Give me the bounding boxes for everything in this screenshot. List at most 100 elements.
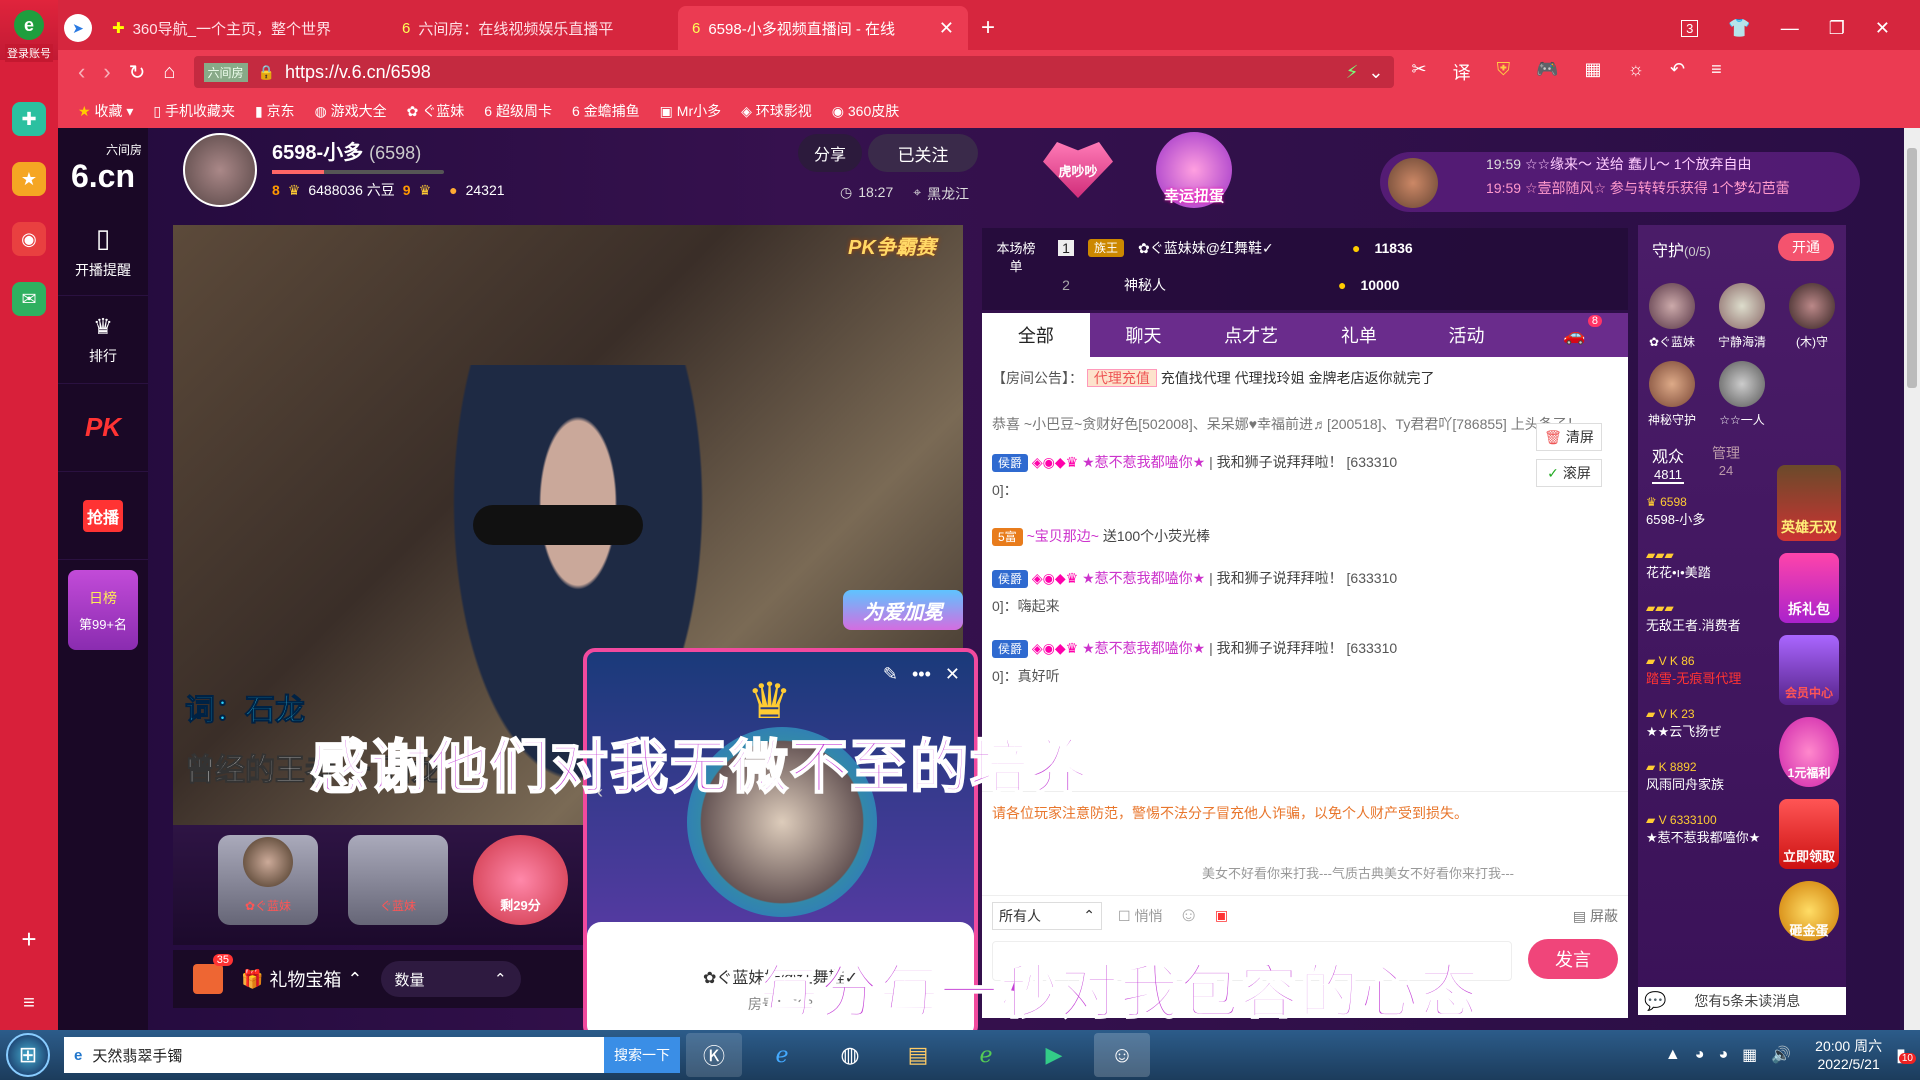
emoji-icon[interactable]: ☺ bbox=[1178, 904, 1198, 927]
guard-item[interactable]: (木)守 bbox=[1788, 283, 1836, 350]
bookmark-item[interactable]: ✿ ぐ蓝妹 bbox=[407, 101, 465, 121]
translate-icon[interactable]: 译 bbox=[1453, 59, 1471, 85]
close-tab-icon[interactable]: ✕ bbox=[939, 18, 954, 39]
home-icon[interactable]: ⌂ bbox=[163, 61, 175, 84]
seat-timer[interactable]: 剩29分 bbox=[473, 835, 568, 925]
scissors-icon[interactable]: ✂ bbox=[1412, 59, 1427, 85]
mute-toggle[interactable]: ▤ 屏蔽 bbox=[1573, 906, 1618, 926]
promo-vip[interactable]: 会员中心 bbox=[1779, 635, 1839, 705]
app-icon[interactable]: ☺ bbox=[1094, 1033, 1150, 1077]
tab-count-badge[interactable]: 3 bbox=[1681, 19, 1699, 37]
viewer-item[interactable]: ▰ V K 86 踏雪-无痕哥代理 bbox=[1646, 654, 1776, 687]
chat-message[interactable]: 侯爵 ◈◉◆♛ ★惹不惹我都嗑你★ | 我和狮子说拜拜啦！ [633310 bbox=[982, 637, 1628, 659]
chat-tab-chat[interactable]: 聊天 bbox=[1089, 313, 1198, 357]
bookmark-item[interactable]: ★ 收藏 ▾ bbox=[78, 101, 133, 121]
undo-icon[interactable]: ↶ bbox=[1670, 59, 1685, 85]
shirt-icon[interactable]: 👕 bbox=[1728, 18, 1750, 39]
gift-banner-heart[interactable]: 虎吵吵 bbox=[1043, 142, 1113, 198]
chat-message[interactable]: 侯爵 ◈◉◆♛ ★惹不惹我都嗑你★ | 我和狮子说拜拜啦！ [633310 bbox=[982, 567, 1628, 589]
network-icon[interactable]: ▦ bbox=[1742, 1045, 1757, 1065]
bookmark-item[interactable]: 6 金蟾捕鱼 bbox=[572, 101, 640, 121]
send-button[interactable]: 发言 bbox=[1528, 939, 1618, 979]
bookmark-item[interactable]: ▯ 手机收藏夹 bbox=[153, 101, 235, 121]
ie-browser-icon[interactable]: ℯ bbox=[754, 1033, 810, 1077]
brightness-icon[interactable]: ☼ bbox=[1628, 59, 1645, 85]
chat-tab-car[interactable]: 🚗 8 bbox=[1520, 313, 1629, 357]
chrome-icon[interactable]: ◍ bbox=[822, 1033, 878, 1077]
more-icon[interactable]: ••• bbox=[912, 664, 931, 685]
guard-item[interactable]: ☆☆一人 bbox=[1718, 361, 1766, 428]
nav-pk[interactable]: PK bbox=[58, 384, 148, 472]
forward-icon[interactable]: › bbox=[103, 59, 110, 85]
pk-badge[interactable]: PK争霸赛 bbox=[848, 231, 936, 260]
guard-item[interactable]: 神秘守护 bbox=[1648, 361, 1696, 428]
love-crown-badge[interactable]: 为爱加冕 bbox=[843, 590, 963, 630]
rank-row[interactable]: 1 族王 ✿ぐ蓝妹妹@红舞鞋✓ ● 11836 bbox=[1058, 238, 1618, 258]
whisper-toggle[interactable]: ☐ 悄悄 bbox=[1118, 906, 1162, 926]
open-guard-button[interactable]: 开通 bbox=[1778, 233, 1834, 261]
wand-icon[interactable]: ✎ bbox=[883, 664, 898, 685]
qq-icon[interactable]: ◕ bbox=[1695, 1046, 1705, 1064]
viewer-item[interactable]: ▰ K 8892 风雨同舟家族 bbox=[1646, 760, 1776, 793]
site-logo[interactable]: 六间房 6.cn bbox=[58, 128, 148, 208]
viewer-item[interactable]: ▰ V 6333100 ★惹不惹我都嗑你★ bbox=[1646, 813, 1776, 846]
promo-golden-egg[interactable]: 砸金蛋 bbox=[1779, 881, 1839, 941]
tray-arrow-icon[interactable]: ▲ bbox=[1665, 1046, 1681, 1064]
follow-button[interactable]: 已关注 bbox=[868, 134, 978, 172]
volume-icon[interactable]: 🔊 bbox=[1771, 1045, 1791, 1065]
bookmark-item[interactable]: 6 超级周卡 bbox=[484, 101, 552, 121]
close-popup-icon[interactable]: ✕ bbox=[945, 664, 960, 685]
start-button[interactable]: ⊞ bbox=[6, 1033, 50, 1077]
weibo-icon[interactable]: ◉ bbox=[12, 222, 46, 256]
chat-message[interactable]: 5富 ~宝贝那边~ 送100个小荧光棒 bbox=[982, 525, 1628, 547]
clock[interactable]: 20:00 周六 2022/5/21 bbox=[1815, 1037, 1882, 1073]
chat-message[interactable]: 侯爵 ◈◉◆♛ ★惹不惹我都嗑你★ | 我和狮子说拜拜啦！ [633310 bbox=[982, 451, 1628, 473]
seat-2[interactable]: ぐ蓝妹 bbox=[348, 835, 448, 925]
shield-icon[interactable]: ⛨ bbox=[1497, 59, 1511, 85]
unread-bar[interactable]: 💬 您有5条未读消息 bbox=[1638, 987, 1846, 1015]
daily-rank-badge[interactable]: 日榜 第99+名 bbox=[68, 570, 138, 650]
search-button[interactable]: 搜索一下 bbox=[604, 1037, 680, 1073]
promo-gift-pack[interactable]: 拆礼包 bbox=[1779, 553, 1839, 623]
notification-icon[interactable]: ▮10 bbox=[1896, 1045, 1916, 1066]
red-packet-icon[interactable]: ▣ bbox=[1215, 907, 1228, 924]
plus-app-icon[interactable]: ✚ bbox=[12, 102, 46, 136]
more-menu-icon[interactable]: ≡ bbox=[1711, 59, 1722, 85]
grid-icon[interactable]: ▦ bbox=[1585, 59, 1602, 85]
back-icon[interactable]: ‹ bbox=[78, 59, 85, 85]
minimize-icon[interactable]: — bbox=[1781, 18, 1799, 39]
add-icon[interactable]: + bbox=[12, 922, 46, 956]
promo-claim[interactable]: 立即领取 bbox=[1779, 799, 1839, 869]
tab-6598[interactable]: 6 6598-小多视频直播间 - 在线 ✕ bbox=[678, 6, 968, 50]
nav-grab[interactable]: 抢播 bbox=[58, 472, 148, 560]
k-app-icon[interactable]: Ⓚ bbox=[686, 1033, 742, 1077]
clear-screen-button[interactable]: 🗑 清屏 bbox=[1536, 423, 1602, 451]
scrollbar-thumb[interactable] bbox=[1907, 148, 1917, 388]
new-tab-icon[interactable]: + bbox=[968, 6, 1008, 50]
bookmark-item[interactable]: ◈ 环球影视 bbox=[741, 101, 812, 121]
promo-one-yuan[interactable]: 1元福利 bbox=[1779, 717, 1839, 787]
recipient-select[interactable]: 所有人 ⌃ bbox=[992, 901, 1102, 930]
bookmark-item[interactable]: ◉ 360皮肤 bbox=[832, 101, 899, 121]
player-icon[interactable]: ▶ bbox=[1026, 1033, 1082, 1077]
menu-icon[interactable]: ≡ bbox=[12, 986, 46, 1020]
folder-icon[interactable]: ▤ bbox=[890, 1033, 946, 1077]
notice-tag[interactable]: 代理充值 bbox=[1086, 369, 1157, 387]
bookmark-item[interactable]: ▮ 京东 bbox=[255, 101, 295, 121]
bookmark-item[interactable]: ▣ Mr小多 bbox=[660, 101, 721, 121]
nav-live-remind[interactable]: ▯ 开播提醒 bbox=[58, 208, 148, 296]
page-scrollbar[interactable] bbox=[1904, 128, 1920, 1030]
browser-logo[interactable]: e 登录账号 bbox=[4, 10, 54, 70]
send-icon[interactable]: ➤ bbox=[58, 6, 98, 50]
quantity-select[interactable]: 数量 ⌃ bbox=[380, 961, 521, 997]
viewer-item[interactable]: ▰ V K 23 ★★云飞扬ぜ bbox=[1646, 707, 1776, 740]
scroll-lock-button[interactable]: ✓ 滚屏 bbox=[1536, 459, 1602, 487]
guard-item[interactable]: ✿ぐ蓝妹 bbox=[1648, 283, 1696, 350]
bookmark-item[interactable]: ◍ 游戏大全 bbox=[315, 101, 387, 121]
audience-tab[interactable]: 观众 4811 bbox=[1652, 443, 1685, 484]
nav-rank[interactable]: ♛ 排行 bbox=[58, 296, 148, 384]
close-window-icon[interactable]: ✕ bbox=[1875, 18, 1890, 39]
chat-tab-all[interactable]: 全部 bbox=[982, 313, 1090, 357]
lightning-icon[interactable]: ⚡ bbox=[1346, 62, 1359, 83]
gift-box-button[interactable]: 🎁 礼物宝箱 ⌃ bbox=[241, 966, 363, 992]
